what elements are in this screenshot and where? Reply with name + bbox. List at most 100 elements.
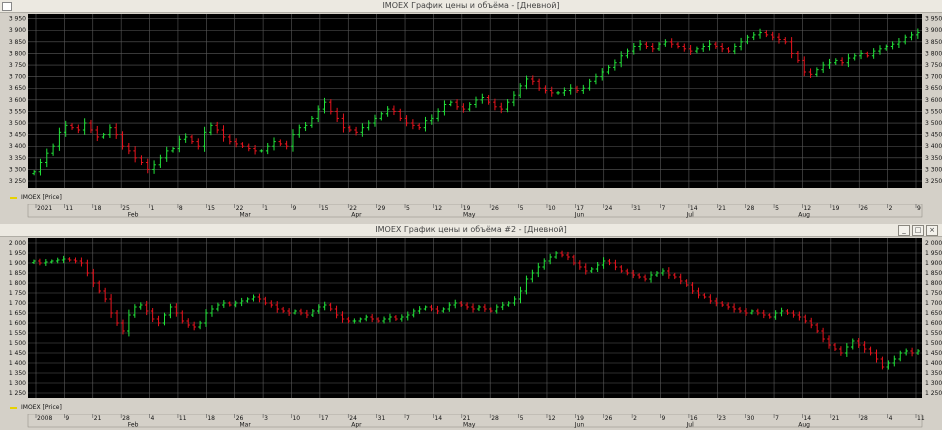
y-tick-label: 3 900 xyxy=(9,27,26,34)
y-tick-label-right: 1 750 xyxy=(925,290,942,297)
legend-1: IMOEX [Price] xyxy=(10,193,62,202)
month-label: Apr xyxy=(351,422,362,429)
chart-area-1[interactable]: 3 250 3 250 3 300 3 300 3 350 3 350 3 400 3 400… xyxy=(0,12,942,190)
y-tick-label-right: 1 700 xyxy=(925,300,942,307)
month-label: May xyxy=(463,422,476,429)
date-tick-label: 7 xyxy=(662,205,666,212)
legend-label-2: IMOEX [Price] xyxy=(21,404,62,411)
date-tick-label: 14 xyxy=(434,415,442,422)
y-tick-label-right: 3 800 xyxy=(925,50,942,57)
date-tick-label: 21 xyxy=(718,205,726,212)
y-tick-label-right: 1 250 xyxy=(925,390,942,397)
date-tick-label: 18 xyxy=(207,415,215,422)
y-tick-label: 1 750 xyxy=(9,290,26,297)
month-label: Mar xyxy=(240,212,252,219)
chart-area-2[interactable]: 1 250 1 250 1 300 1 300 1 350 1 350 1 400 1 400… xyxy=(0,236,942,400)
y-tick-label: 1 350 xyxy=(9,370,26,377)
date-tick-label: 12 xyxy=(548,415,556,422)
plot-background xyxy=(28,238,922,398)
minimize-icon[interactable]: _ xyxy=(898,225,910,236)
y-tick-label: 3 250 xyxy=(9,178,26,185)
date-tick-label: 31 xyxy=(378,415,386,422)
y-tick-label-right: 3 600 xyxy=(925,97,942,104)
chart-window-1: IMOEX График цены и объёма - [Дневной] 3… xyxy=(0,0,942,218)
date-tick-label: 1 xyxy=(151,205,155,212)
date-tick-label: 26 xyxy=(491,205,499,212)
y-tick-label-right: 3 500 xyxy=(925,120,942,127)
y-tick-label-right: 3 250 xyxy=(925,178,942,185)
month-label: Aug xyxy=(798,212,810,219)
date-tick-label: 15 xyxy=(207,205,215,212)
y-tick-label: 1 250 xyxy=(9,390,26,397)
date-tick-label: 9 xyxy=(65,415,69,422)
y-tick-label-right: 3 950 xyxy=(925,16,942,23)
y-tick-label-right: 1 650 xyxy=(925,310,942,317)
month-label: Mar xyxy=(240,422,252,429)
y-tick-label-right: 3 850 xyxy=(925,39,942,46)
date-tick-label: 29 xyxy=(378,205,386,212)
price-chart-1[interactable]: 3 250 3 250 3 300 3 300 3 350 3 350 3 400 3 400… xyxy=(0,12,942,190)
window-title-1: IMOEX График цены и объёма - [Дневной] xyxy=(382,1,560,10)
y-tick-label: 3 600 xyxy=(9,97,26,104)
y-tick-label: 1 700 xyxy=(9,300,26,307)
date-axis-2: 2008 9 21 28 4 11 18 26 3 10 17 24 31 7 14 21 28 5 12 19 26 2… xyxy=(27,414,925,429)
date-tick-label: 1 xyxy=(264,205,268,212)
date-tick-label: 2 xyxy=(633,415,637,422)
date-tick-label: 11 xyxy=(179,415,187,422)
date-tick-label: 18 xyxy=(94,205,102,212)
date-tick-label: 10 xyxy=(292,415,300,422)
chart-window-2: IMOEX График цены и объёма #2 - [Дневной… xyxy=(0,224,942,430)
y-tick-label-right: 1 850 xyxy=(925,270,942,277)
plot-background xyxy=(28,14,922,188)
date-tick-label: 4 xyxy=(151,415,155,422)
month-label: Jun xyxy=(574,422,585,429)
date-tick-label: 5 xyxy=(406,205,410,212)
date-tick-label: 21 xyxy=(832,415,840,422)
date-tick-label: 4 xyxy=(889,415,893,422)
y-tick-label: 1 550 xyxy=(9,330,26,337)
y-tick-label-right: 3 900 xyxy=(925,27,942,34)
y-tick-label: 3 750 xyxy=(9,62,26,69)
maximize-icon[interactable]: □ xyxy=(912,225,924,236)
y-tick-label-right: 3 300 xyxy=(925,166,942,173)
date-tick-label: 5 xyxy=(520,205,524,212)
close-icon[interactable]: × xyxy=(926,225,938,236)
y-tick-label: 1 600 xyxy=(9,320,26,327)
price-chart-2[interactable]: 1 250 1 250 1 300 1 300 1 350 1 350 1 400 1 400… xyxy=(0,236,942,400)
y-tick-label: 3 500 xyxy=(9,120,26,127)
date-tick-label: 28 xyxy=(491,415,499,422)
y-tick-label-right: 1 550 xyxy=(925,330,942,337)
y-tick-label: 3 350 xyxy=(9,155,26,162)
y-tick-label: 1 650 xyxy=(9,310,26,317)
date-tick-label: 10 xyxy=(548,205,556,212)
window-title-2: IMOEX График цены и объёма #2 - [Дневной… xyxy=(375,225,567,234)
y-tick-label-right: 1 300 xyxy=(925,380,942,387)
date-tick-label: 26 xyxy=(605,415,613,422)
date-tick-label: 23 xyxy=(718,415,726,422)
date-tick-label: 7 xyxy=(775,415,779,422)
y-tick-label: 3 800 xyxy=(9,50,26,57)
date-tick-label: 3 xyxy=(264,415,268,422)
month-label: Aug xyxy=(798,422,810,429)
y-tick-label-right: 1 350 xyxy=(925,370,942,377)
date-tick-label: 30 xyxy=(747,415,755,422)
y-tick-label-right: 1 900 xyxy=(925,260,942,267)
y-tick-label: 1 500 xyxy=(9,340,26,347)
date-tick-label: 5 xyxy=(775,205,779,212)
date-tick-label: 24 xyxy=(605,205,613,212)
date-tick-label: 12 xyxy=(434,205,442,212)
month-label: May xyxy=(463,212,476,219)
month-label: Feb xyxy=(128,422,139,429)
date-tick-label: 11 xyxy=(65,205,73,212)
date-tick-label: 7 xyxy=(406,415,410,422)
y-tick-label-right: 1 400 xyxy=(925,360,942,367)
date-tick-label: 28 xyxy=(860,415,868,422)
y-tick-label-right: 3 400 xyxy=(925,143,942,150)
y-tick-label: 3 550 xyxy=(9,108,26,115)
month-label: Jun xyxy=(574,212,585,219)
y-tick-label: 1 450 xyxy=(9,350,26,357)
y-tick-label-right: 2 000 xyxy=(925,240,942,247)
legend-2: IMOEX [Price] xyxy=(10,403,62,412)
date-tick-label: 9 xyxy=(662,415,666,422)
y-tick-label-right: 3 700 xyxy=(925,74,942,81)
